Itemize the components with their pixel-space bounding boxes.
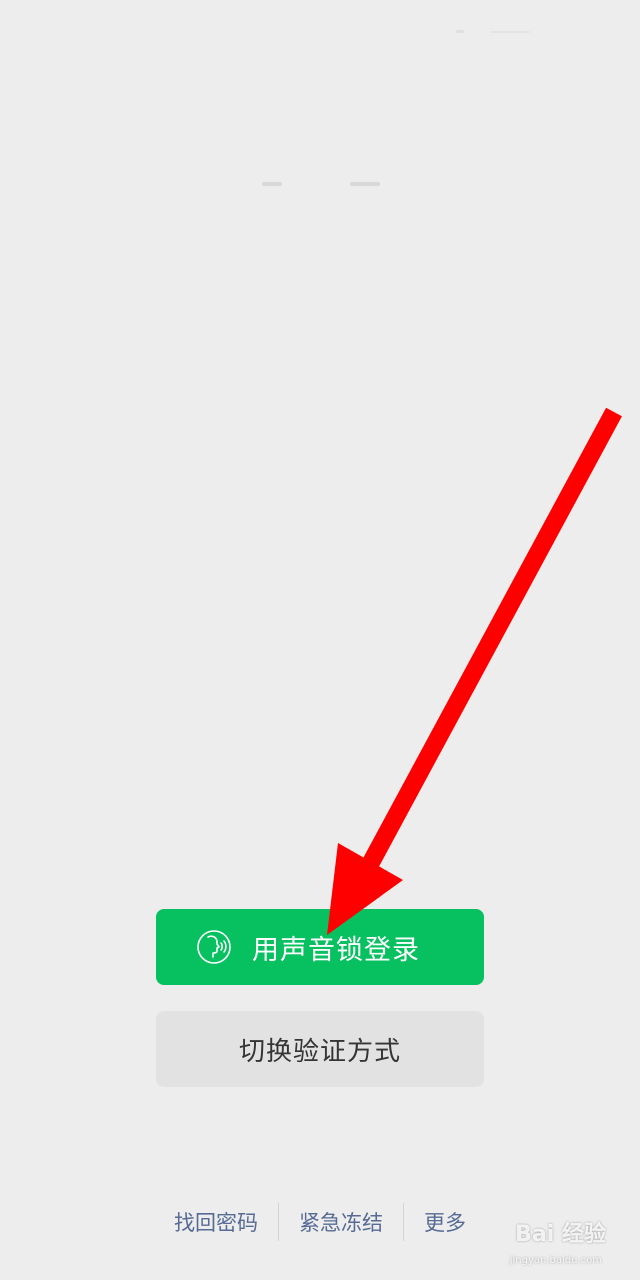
annotation-arrow-icon <box>327 407 622 935</box>
voice-lock-login-button[interactable]: 用声音锁登录 <box>156 909 484 985</box>
redacted-artifact <box>262 182 282 186</box>
redacted-artifact <box>456 30 464 33</box>
watermark-brand: Bai 经验 <box>515 1222 606 1247</box>
voice-lock-icon <box>197 930 231 964</box>
voice-lock-login-label: 用声音锁登录 <box>252 934 420 966</box>
emergency-freeze-link[interactable]: 紧急冻结 <box>279 1207 403 1237</box>
more-link[interactable]: 更多 <box>404 1207 486 1237</box>
login-screen: 用声音锁登录 切换验证方式 找回密码 紧急冻结 更多 Bai 经验 jingya… <box>0 0 640 1280</box>
recover-password-link[interactable]: 找回密码 <box>154 1207 278 1237</box>
watermark-url: jingyan.baidu.com <box>509 1255 602 1266</box>
baidu-jingyan-watermark: Bai 经验 <box>515 1216 606 1248</box>
switch-verification-button[interactable]: 切换验证方式 <box>156 1011 484 1087</box>
redacted-artifact <box>490 31 530 33</box>
redacted-artifact <box>350 182 380 186</box>
